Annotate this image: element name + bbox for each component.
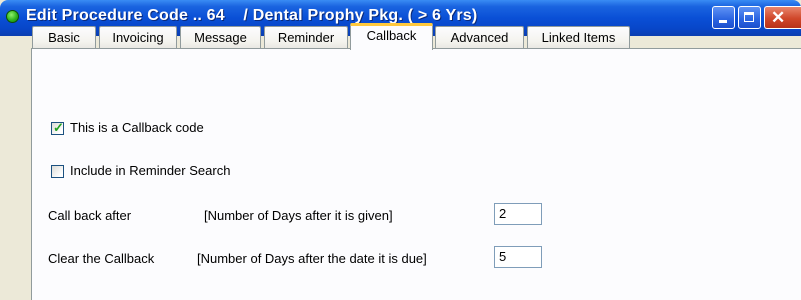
clear-callback-label: Clear the Callback xyxy=(48,251,155,266)
maximize-button[interactable] xyxy=(738,6,761,29)
maximize-icon xyxy=(744,12,754,22)
tab-basic[interactable]: Basic xyxy=(32,26,96,48)
call-back-after-label: Call back after xyxy=(48,208,132,223)
tab-label: Reminder xyxy=(277,30,335,45)
checkmark-icon: ✓ xyxy=(53,120,64,135)
close-button[interactable]: ✕ xyxy=(764,6,801,29)
call-back-after-days-input[interactable]: 2 xyxy=(494,203,542,225)
tab-advanced[interactable]: Advanced xyxy=(435,26,524,48)
callback-code-checkbox[interactable]: ✓ xyxy=(51,120,64,135)
clear-callback-hint: [Number of Days after the date it is due… xyxy=(197,251,427,266)
include-reminder-checkbox[interactable] xyxy=(51,165,64,178)
tab-label: Callback xyxy=(366,28,417,43)
edit-procedure-window: Edit Procedure Code .. 64 / Dental Proph… xyxy=(0,0,801,300)
minimize-icon xyxy=(719,20,727,23)
tab-reminder[interactable]: Reminder xyxy=(264,26,348,48)
tab-message[interactable]: Message xyxy=(180,26,261,48)
tab-label: Advanced xyxy=(450,30,509,45)
include-reminder-label: Include in Reminder Search xyxy=(70,163,231,178)
tab-linked-items[interactable]: Linked Items xyxy=(527,26,630,48)
tab-label: Message xyxy=(194,30,247,45)
tab-callback[interactable]: Callback xyxy=(350,23,433,50)
tab-label: Linked Items xyxy=(541,30,616,45)
call-back-after-hint: [Number of Days after it is given] xyxy=(204,208,393,223)
green-circle-icon xyxy=(6,10,19,23)
tab-label: Invoicing xyxy=(112,30,164,45)
minimize-button[interactable] xyxy=(712,6,735,29)
tab-invoicing[interactable]: Invoicing xyxy=(99,26,177,48)
tab-label: Basic xyxy=(48,30,80,45)
close-icon: ✕ xyxy=(771,8,786,27)
callback-code-label: This is a Callback code xyxy=(70,120,204,135)
clear-callback-days-input[interactable]: 5 xyxy=(494,246,542,268)
